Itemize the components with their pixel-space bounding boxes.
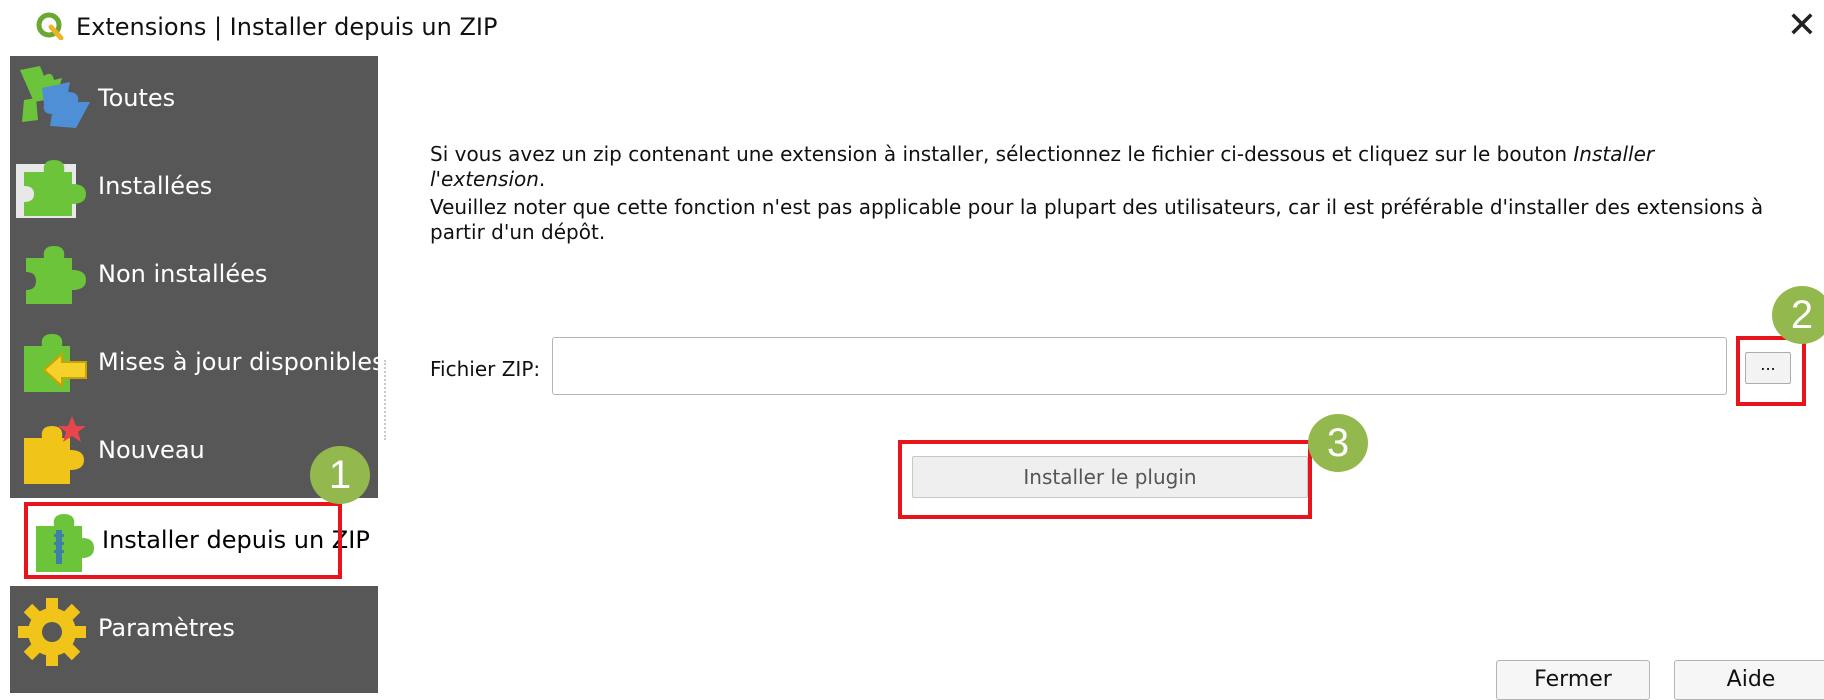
sidebar-item-label: Nouveau <box>98 436 205 464</box>
step-badge-2: 2 <box>1772 286 1824 344</box>
instruction-text: Si vous avez un zip contenant une extens… <box>430 142 1574 166</box>
sidebar-item-label: Mises à jour disponibles <box>98 348 385 376</box>
zip-file-label: Fichier ZIP: <box>430 357 541 381</box>
puzzle-not-installed-icon <box>26 246 86 304</box>
zip-file-input[interactable] <box>552 337 1727 395</box>
highlight-box-2 <box>1736 336 1806 406</box>
instruction-paragraph: Si vous avez un zip contenant une extens… <box>430 142 1770 192</box>
gear-icon <box>18 598 86 666</box>
highlight-box-1 <box>24 502 342 579</box>
help-button[interactable]: Aide <box>1674 660 1824 700</box>
sidebar-item-settings[interactable]: Paramètres <box>10 586 378 674</box>
sidebar-item-updates[interactable]: Mises à jour disponibles <box>10 320 385 408</box>
splitter-handle[interactable] <box>384 360 388 440</box>
sidebar-item-all[interactable]: Toutes <box>10 56 378 144</box>
puzzle-upgradeable-icon <box>24 334 87 392</box>
title-bar: Extensions | Installer depuis un ZIP ✕ <box>0 0 1824 56</box>
sidebar-item-installed[interactable]: Installées <box>10 144 378 232</box>
puzzle-installed-icon <box>16 160 86 218</box>
sidebar-item-not-installed[interactable]: Non installées <box>10 232 378 320</box>
close-button[interactable]: Fermer <box>1496 660 1650 700</box>
note-paragraph: Veuillez noter que cette fonction n'est … <box>430 195 1764 244</box>
step-badge-3: 3 <box>1308 414 1368 472</box>
sidebar-item-label: Toutes <box>98 84 176 112</box>
puzzle-all-icon <box>20 66 90 128</box>
puzzle-new-icon <box>24 416 86 484</box>
highlight-box-3 <box>898 440 1312 519</box>
window-title: Extensions | Installer depuis un ZIP <box>76 13 498 41</box>
close-window-button[interactable]: ✕ <box>1784 8 1820 44</box>
sidebar-item-label: Paramètres <box>98 614 235 642</box>
sidebar-item-label: Non installées <box>98 260 268 288</box>
step-badge-1: 1 <box>310 446 370 504</box>
qgis-logo-icon <box>36 12 64 40</box>
sidebar: Toutes Installées Non installées Mises à… <box>10 56 385 693</box>
instruction-end: . <box>538 167 546 191</box>
sidebar-item-label: Installées <box>98 172 213 200</box>
